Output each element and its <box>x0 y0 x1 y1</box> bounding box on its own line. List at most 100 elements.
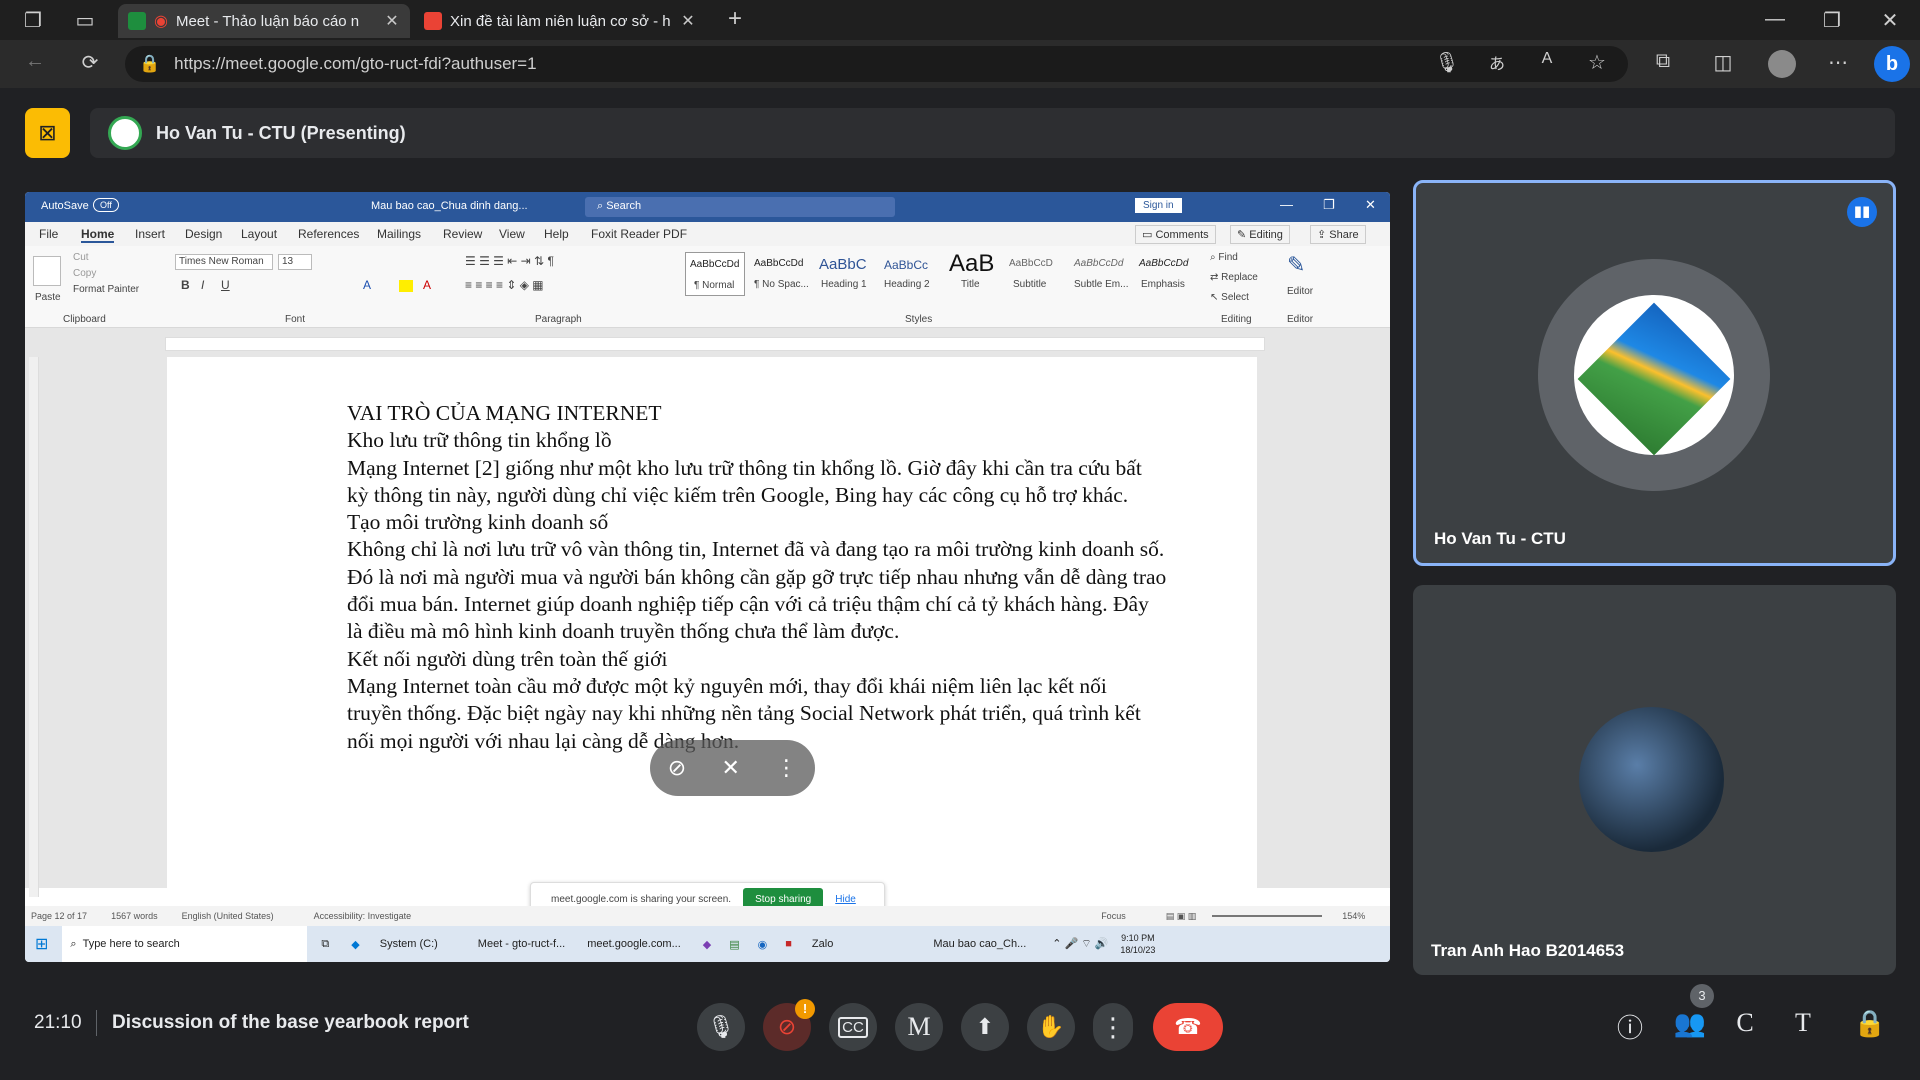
italic-button[interactable]: I <box>201 278 204 292</box>
workspaces-icon[interactable]: ❐ <box>18 8 48 33</box>
editor-icon[interactable]: ✎ <box>1287 252 1305 278</box>
participant-tile[interactable]: Tran Anh Hao B2014653 <box>1413 585 1896 975</box>
taskbar-search[interactable]: ⌕ Type here to search <box>62 926 308 962</box>
extension-c-button[interactable]: C <box>1725 1008 1765 1038</box>
tab-meet[interactable]: ◉ Meet - Thảo luận báo cáo n ✕ <box>118 4 410 38</box>
close-window-button[interactable]: ✕ <box>1875 8 1905 33</box>
style-subtitle[interactable]: AaBbCcD Subtitle <box>1005 252 1065 296</box>
taskbar-app[interactable]: Meet - gto-ruct-f... <box>478 938 565 950</box>
comments-button[interactable]: ▭ Comments <box>1135 225 1216 244</box>
raise-hand-button[interactable]: ✋ <box>1027 1003 1075 1051</box>
taskbar-app[interactable]: Zalo <box>812 938 833 950</box>
cut-button[interactable]: Cut <box>73 252 89 263</box>
bold-button[interactable]: B <box>181 278 190 292</box>
tab-actions-icon[interactable]: ▭ <box>70 8 100 33</box>
page-count[interactable]: Page 12 of 17 <box>31 911 87 921</box>
ribbon-tab-home[interactable]: Home <box>81 227 115 243</box>
new-tab-button[interactable]: + <box>720 5 750 33</box>
document-text[interactable]: VAI TRÒ CỦA MẠNG INTERNET Kho lưu trữ th… <box>347 400 1167 755</box>
host-controls-icon[interactable]: 🔒 <box>1850 1008 1890 1039</box>
app-icon[interactable]: ◉ <box>758 938 768 951</box>
maximize-button[interactable]: ❐ <box>1817 8 1847 33</box>
taskbar-app[interactable]: System (C:) <box>380 938 438 950</box>
highlight-icon[interactable] <box>399 280 413 292</box>
ribbon-tab[interactable]: File <box>39 227 58 241</box>
bullets-icon[interactable]: ☰ ☰ ☰ ⇤ ⇥ ⇅ ¶ <box>465 254 554 268</box>
vscode-icon[interactable]: ◆ <box>351 938 359 951</box>
presentation-icon[interactable]: ⊠ <box>25 108 70 158</box>
ribbon-tab[interactable]: Foxit Reader PDF <box>591 227 687 241</box>
select-button[interactable]: ↖ Select <box>1210 292 1249 303</box>
find-button[interactable]: ⌕ Find <box>1210 252 1238 263</box>
style-subtle-emphasis[interactable]: AaBbCcDd Subtle Em... <box>1070 252 1132 296</box>
ribbon-tab[interactable]: Mailings <box>377 227 421 241</box>
more-options-icon[interactable]: ⋮ <box>775 755 797 781</box>
style-no-spacing[interactable]: AaBbCcDd ¶ No Spac... <box>750 252 810 296</box>
text-effects-icon[interactable]: A <box>363 278 371 292</box>
more-options-button[interactable]: ⋮ <box>1093 1003 1133 1051</box>
word-search-box[interactable]: ⌕ Search <box>585 197 895 217</box>
document-title[interactable]: Mau bao cao_Chua dinh dang... <box>371 200 528 212</box>
access-icon[interactable]: ■ <box>785 938 792 950</box>
font-name-select[interactable]: Times New Roman <box>175 254 273 270</box>
captions-button[interactable]: CC <box>829 1003 877 1051</box>
style-emphasis[interactable]: AaBbCcDd Emphasis <box>1135 252 1197 296</box>
ribbon-tab[interactable]: Layout <box>241 227 277 241</box>
extension-t-button[interactable]: T <box>1783 1008 1823 1038</box>
focus-mode-button[interactable]: Focus <box>1101 911 1126 921</box>
font-color-icon[interactable]: A <box>423 278 431 292</box>
close-tab-icon[interactable]: ✕ <box>384 11 400 31</box>
visual-studio-icon[interactable]: ◆ <box>703 938 711 951</box>
present-screen-button[interactable]: ⬆ <box>961 1003 1009 1051</box>
minimize-button[interactable]: — <box>1760 8 1790 31</box>
profile-avatar[interactable] <box>1768 50 1796 78</box>
reload-icon[interactable]: ⟳ <box>75 50 105 75</box>
ribbon-tab[interactable]: Design <box>185 227 222 241</box>
leave-call-button[interactable]: ☎ <box>1153 1003 1223 1051</box>
extension-m-button[interactable]: M <box>895 1003 943 1051</box>
view-icons[interactable]: ▤ ▣ ▥ <box>1166 911 1197 922</box>
horizontal-ruler[interactable] <box>165 337 1265 351</box>
microphone-icon[interactable]: 🎙 <box>1432 50 1462 75</box>
more-menu-icon[interactable]: ⋯ <box>1823 50 1853 75</box>
ribbon-tab[interactable]: Review <box>443 227 482 241</box>
url-field[interactable]: 🔒 https://meet.google.com/gto-ruct-fdi?a… <box>125 46 1628 82</box>
tray-icons[interactable]: ⌃ 🎤 ⌔ 🔊 <box>1052 937 1108 951</box>
tab-gmail[interactable]: Xin đề tài làm niên luận cơ sở - h ✕ <box>414 4 706 38</box>
font-size-select[interactable]: 13 <box>278 254 312 270</box>
style-heading-1[interactable]: AaBbC Heading 1 <box>815 252 875 296</box>
microphone-button[interactable]: 🎙 <box>697 1003 745 1051</box>
minimize-button[interactable]: — <box>1280 197 1293 212</box>
zoom-slider[interactable] <box>1212 915 1323 917</box>
hide-presentation-icon[interactable]: ⊘ <box>668 755 686 781</box>
underline-button[interactable]: U <box>221 278 230 292</box>
share-button[interactable]: ⇪ Share <box>1310 225 1366 244</box>
autosave-toggle[interactable]: Off <box>93 198 119 212</box>
camera-button[interactable]: ⊘ ! <box>763 999 815 1051</box>
zoom-level[interactable]: 154% <box>1342 911 1365 921</box>
ribbon-tab[interactable]: View <box>499 227 525 241</box>
close-tab-icon[interactable]: ✕ <box>680 11 696 31</box>
meeting-details-icon[interactable]: ⓘ <box>1610 1008 1650 1045</box>
extensions-icon[interactable]: ⧉ <box>1648 50 1678 73</box>
windows-start-icon[interactable]: ⊞ <box>35 934 48 954</box>
ribbon-tab[interactable]: Help <box>544 227 569 241</box>
style-title[interactable]: AaB Title <box>945 250 1000 296</box>
copilot-icon[interactable]: b <box>1874 46 1910 82</box>
paste-icon[interactable] <box>33 256 61 286</box>
back-icon[interactable]: ← <box>20 50 50 73</box>
task-view-icon[interactable]: ⧉ <box>321 938 329 951</box>
read-aloud-icon[interactable]: A <box>1532 50 1562 68</box>
language-indicator[interactable]: English (United States) <box>182 911 274 921</box>
align-icons[interactable]: ≡ ≡ ≡ ≡ ⇕ ◈ ▦ <box>465 278 544 292</box>
app-icon[interactable]: ▤ <box>729 938 739 951</box>
taskbar-app[interactable]: meet.google.com... <box>587 938 681 950</box>
replace-button[interactable]: ⇄ Replace <box>1210 272 1258 283</box>
taskbar-app[interactable]: Mau bao cao_Ch... <box>933 938 1026 950</box>
translate-icon[interactable]: あ <box>1482 50 1512 74</box>
editor-button-label[interactable]: Editor <box>1287 286 1313 297</box>
favorite-star-icon[interactable]: ☆ <box>1582 50 1612 75</box>
style-normal[interactable]: AaBbCcDd ¶ Normal <box>685 252 745 296</box>
word-count[interactable]: 1567 words <box>111 911 158 921</box>
format-painter-button[interactable]: Format Painter <box>73 284 139 295</box>
